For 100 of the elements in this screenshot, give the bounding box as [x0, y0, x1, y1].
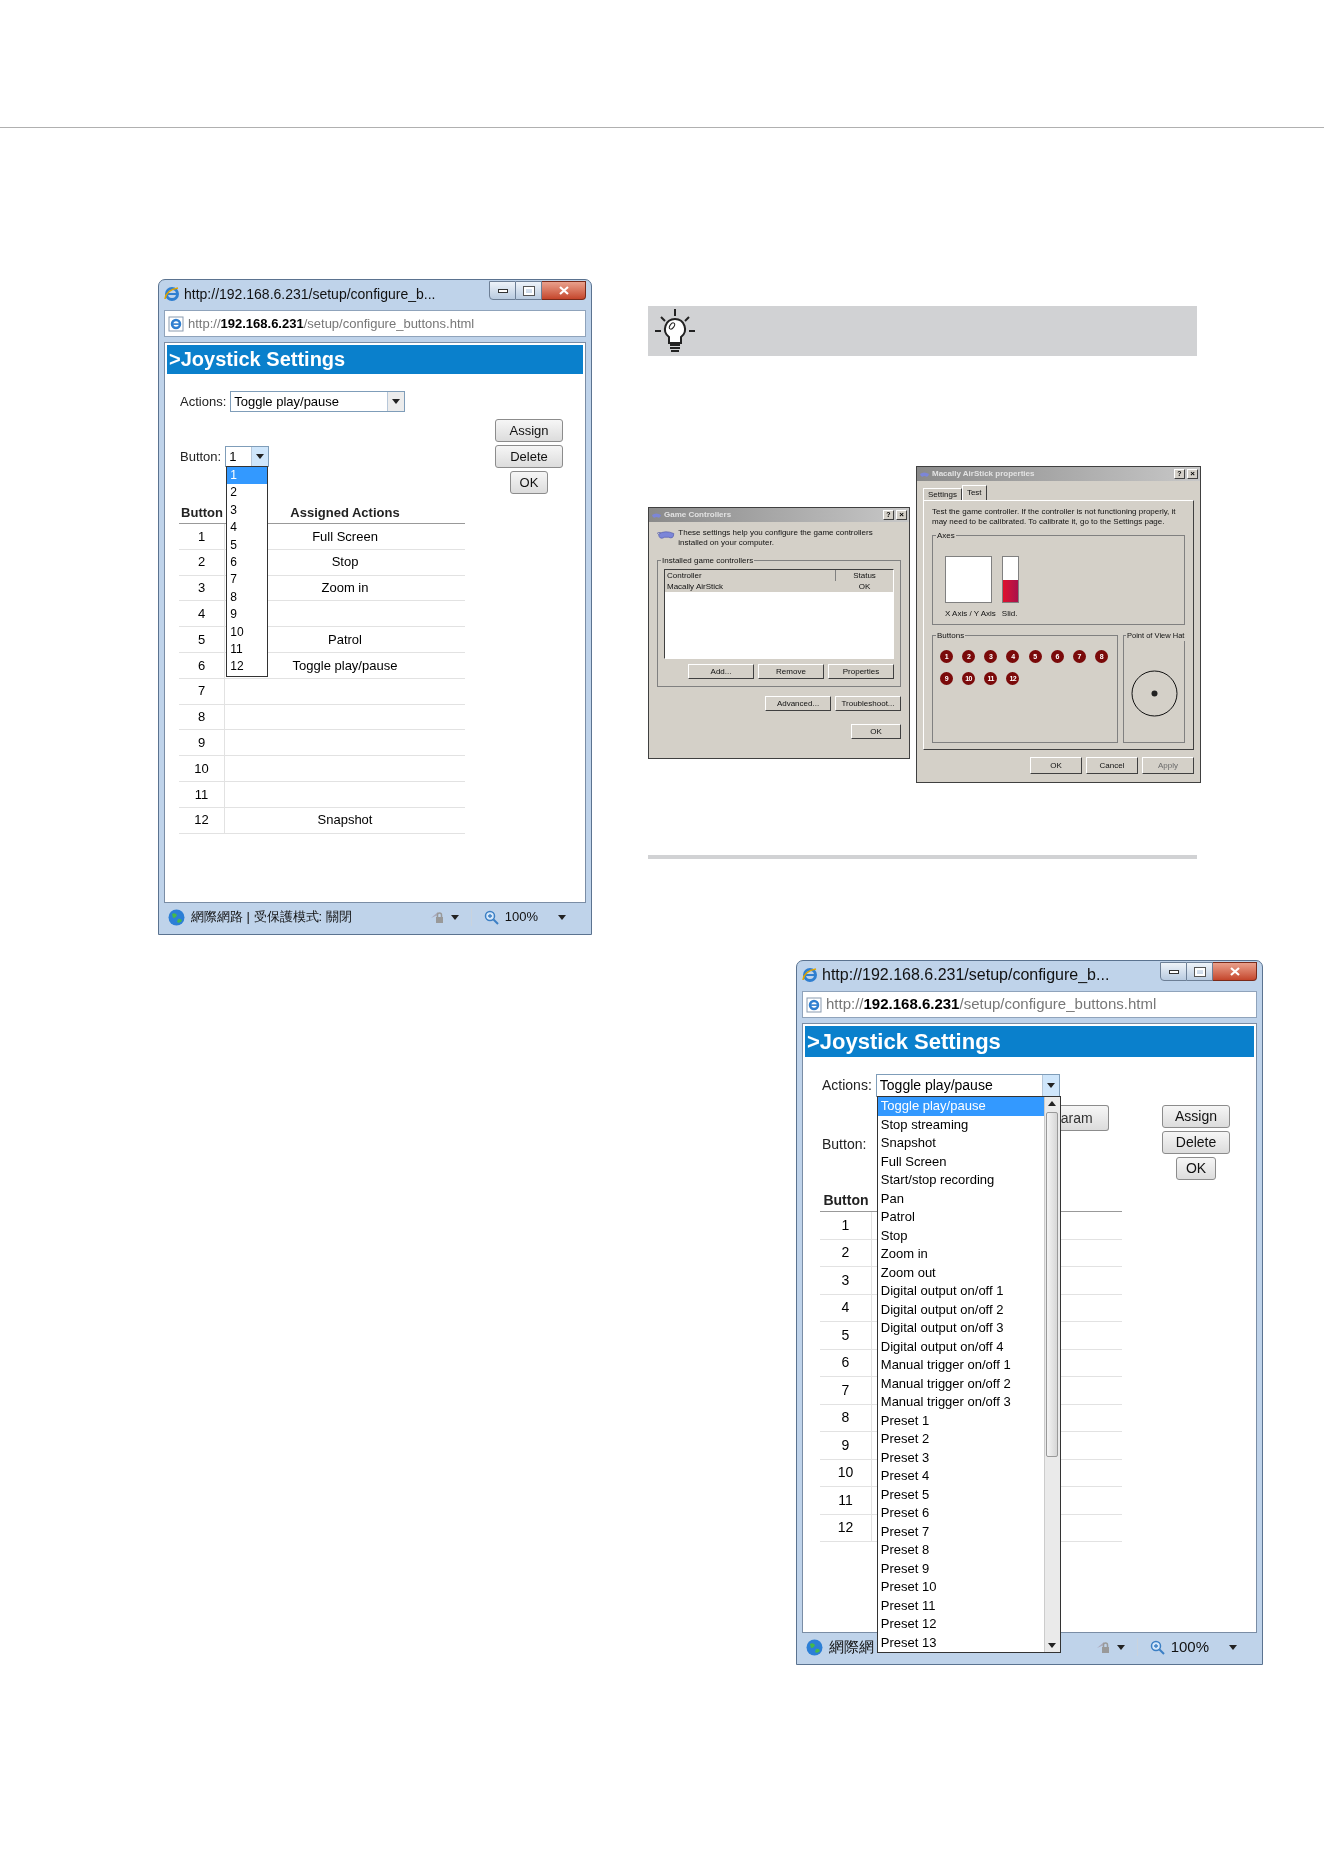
address-bar[interactable]: http://192.168.6.231/setup/configure_buttons.html: [164, 310, 586, 337]
field-label: Button:: [822, 1135, 867, 1154]
scrollbar[interactable]: [1043, 1097, 1060, 1652]
dialog-title: Macally AirStick properties: [932, 468, 1036, 480]
field-label: Button:: [180, 447, 222, 466]
table-cell-text: 4: [841, 1298, 850, 1318]
table-cell-text: 7: [841, 1380, 850, 1400]
table-cell-text: Zoom in: [321, 579, 369, 598]
dropdown-option[interactable]: Pan: [877, 1189, 1044, 1208]
dropdown-option[interactable]: Preset 7: [877, 1522, 1044, 1541]
dropdown-option[interactable]: 12: [227, 658, 268, 676]
form-button[interactable]: Assign: [495, 419, 563, 442]
globe-icon: [168, 908, 185, 926]
field-label: Actions:: [822, 1076, 872, 1095]
table-cell-text: 11: [838, 1490, 853, 1510]
dropdown-option[interactable]: Digital output on/off 4: [877, 1337, 1044, 1356]
zoom-icon[interactable]: [1149, 1639, 1165, 1655]
table-cell-text: 2: [841, 1243, 850, 1263]
column-header: Button: [181, 503, 223, 522]
dropdown-option[interactable]: Preset 4: [877, 1467, 1044, 1486]
dialog-button[interactable]: Cancel: [1086, 757, 1138, 774]
table-cell-text: Stop: [331, 553, 359, 572]
dropdown-option[interactable]: Stop: [877, 1226, 1044, 1245]
dialog-button[interactable]: Add...: [688, 664, 754, 679]
dropdown-option[interactable]: Preset 2: [877, 1430, 1044, 1449]
maximize-button[interactable]: [516, 281, 542, 300]
form-button[interactable]: Delete: [1162, 1131, 1230, 1154]
dialog-button[interactable]: Remove: [758, 664, 824, 679]
dropdown-option[interactable]: Zoom in: [877, 1245, 1044, 1264]
column-header: Assigned Actions: [290, 503, 400, 522]
caret-icon: [392, 399, 401, 404]
table-cell-text: 10: [837, 1463, 854, 1483]
field-label: Actions:: [180, 392, 227, 411]
dropdown-option[interactable]: Full Screen: [877, 1152, 1044, 1171]
select-field[interactable]: Toggle play/pause: [230, 391, 406, 412]
close-button[interactable]: ×: [1187, 469, 1198, 479]
dropdown-option[interactable]: Preset 3: [877, 1448, 1044, 1467]
table-cell-text: 3: [841, 1270, 850, 1290]
dropdown-option[interactable]: Snapshot: [877, 1134, 1044, 1153]
dropdown-option[interactable]: Preset 10: [877, 1578, 1044, 1597]
dropdown-option[interactable]: Manual trigger on/off 2: [877, 1374, 1044, 1393]
table-cell-text: 6: [197, 656, 206, 675]
dropdown-option[interactable]: Preset 13: [877, 1633, 1044, 1652]
caret-icon: [1046, 1083, 1055, 1088]
dropdown-option[interactable]: Preset 9: [877, 1559, 1044, 1578]
dropdown-option[interactable]: Digital output on/off 2: [877, 1300, 1044, 1319]
dropdown-option[interactable]: 6: [227, 553, 268, 572]
form-button[interactable]: Delete: [495, 445, 563, 468]
address-bar[interactable]: http://192.168.6.231/setup/configure_buttons.html: [802, 991, 1257, 1018]
form-button[interactable]: Assign: [1162, 1105, 1230, 1128]
dropdown-option[interactable]: Preset 1: [877, 1411, 1044, 1430]
dialog-button[interactable]: Advanced...: [765, 696, 831, 711]
dropdown-option[interactable]: 9: [227, 606, 268, 624]
param-button[interactable]: aram: [1059, 1105, 1109, 1131]
page-icon: [806, 996, 822, 1013]
dialog-button[interactable]: Troubleshoot...: [835, 696, 901, 711]
dropdown-option[interactable]: Preset 6: [877, 1504, 1044, 1523]
form-button[interactable]: OK: [1175, 1157, 1217, 1180]
dialog-button[interactable]: Properties: [828, 664, 894, 679]
dropdown-option[interactable]: 3: [227, 501, 268, 520]
zoom-icon[interactable]: [483, 909, 499, 925]
dropdown-option[interactable]: Preset 12: [877, 1615, 1044, 1634]
dropdown-option[interactable]: Preset 5: [877, 1485, 1044, 1504]
minimize-icon: [497, 288, 508, 293]
dropdown-option[interactable]: 5: [227, 536, 268, 554]
table-cell-text: 1: [841, 1215, 850, 1235]
close-button[interactable]: [1213, 962, 1257, 981]
tab[interactable]: Settings: [923, 488, 962, 500]
dialog-button[interactable]: OK: [851, 724, 901, 739]
dropdown-option[interactable]: 2: [227, 484, 268, 502]
address-text: http://192.168.6.231/setup/configure_buttons.html: [826, 994, 1157, 1015]
dropdown-option[interactable]: 4: [227, 519, 268, 537]
dropdown-option[interactable]: Patrol: [877, 1208, 1044, 1227]
maximize-button[interactable]: [1187, 962, 1213, 981]
dropdown-option[interactable]: Digital output on/off 1: [877, 1282, 1044, 1301]
list-row[interactable]: Macally AirStick OK: [665, 581, 893, 592]
dialog-button[interactable]: OK: [1030, 757, 1082, 774]
dropdown-option[interactable]: Zoom out: [877, 1263, 1044, 1282]
dropdown-option[interactable]: 7: [227, 571, 268, 589]
dropdown-option[interactable]: Stop streaming: [877, 1115, 1044, 1134]
zoom-level[interactable]: 100%: [504, 907, 538, 927]
close-button[interactable]: [542, 281, 586, 300]
zoom-level[interactable]: 100%: [1170, 1635, 1209, 1659]
close-button[interactable]: ×: [896, 510, 907, 520]
form-button[interactable]: OK: [509, 471, 549, 494]
dropdown-option[interactable]: Start/stop recording: [877, 1171, 1044, 1190]
dropdown-option[interactable]: 8: [227, 588, 268, 607]
dropdown-option[interactable]: 10: [227, 623, 268, 641]
dropdown-option[interactable]: Preset 11: [877, 1596, 1044, 1615]
dropdown-option[interactable]: Preset 8: [877, 1541, 1044, 1560]
minimize-button[interactable]: [1160, 962, 1187, 981]
minimize-button[interactable]: [489, 281, 516, 300]
dropdown-option[interactable]: Manual trigger on/off 1: [877, 1356, 1044, 1375]
dropdown-option[interactable]: 11: [227, 640, 268, 659]
table-cell-text: 5: [197, 630, 206, 649]
dropdown-option[interactable]: Manual trigger on/off 3: [877, 1393, 1044, 1412]
dropdown-option[interactable]: Digital output on/off 3: [877, 1319, 1044, 1338]
table-cell-text: 5: [841, 1325, 850, 1345]
tab[interactable]: Test: [961, 485, 987, 500]
dialog-description: Test the game controller. If the controller is not functioning properly, it may need to be calibrated. To calibrate it, go to the Settings page.: [932, 507, 1177, 527]
